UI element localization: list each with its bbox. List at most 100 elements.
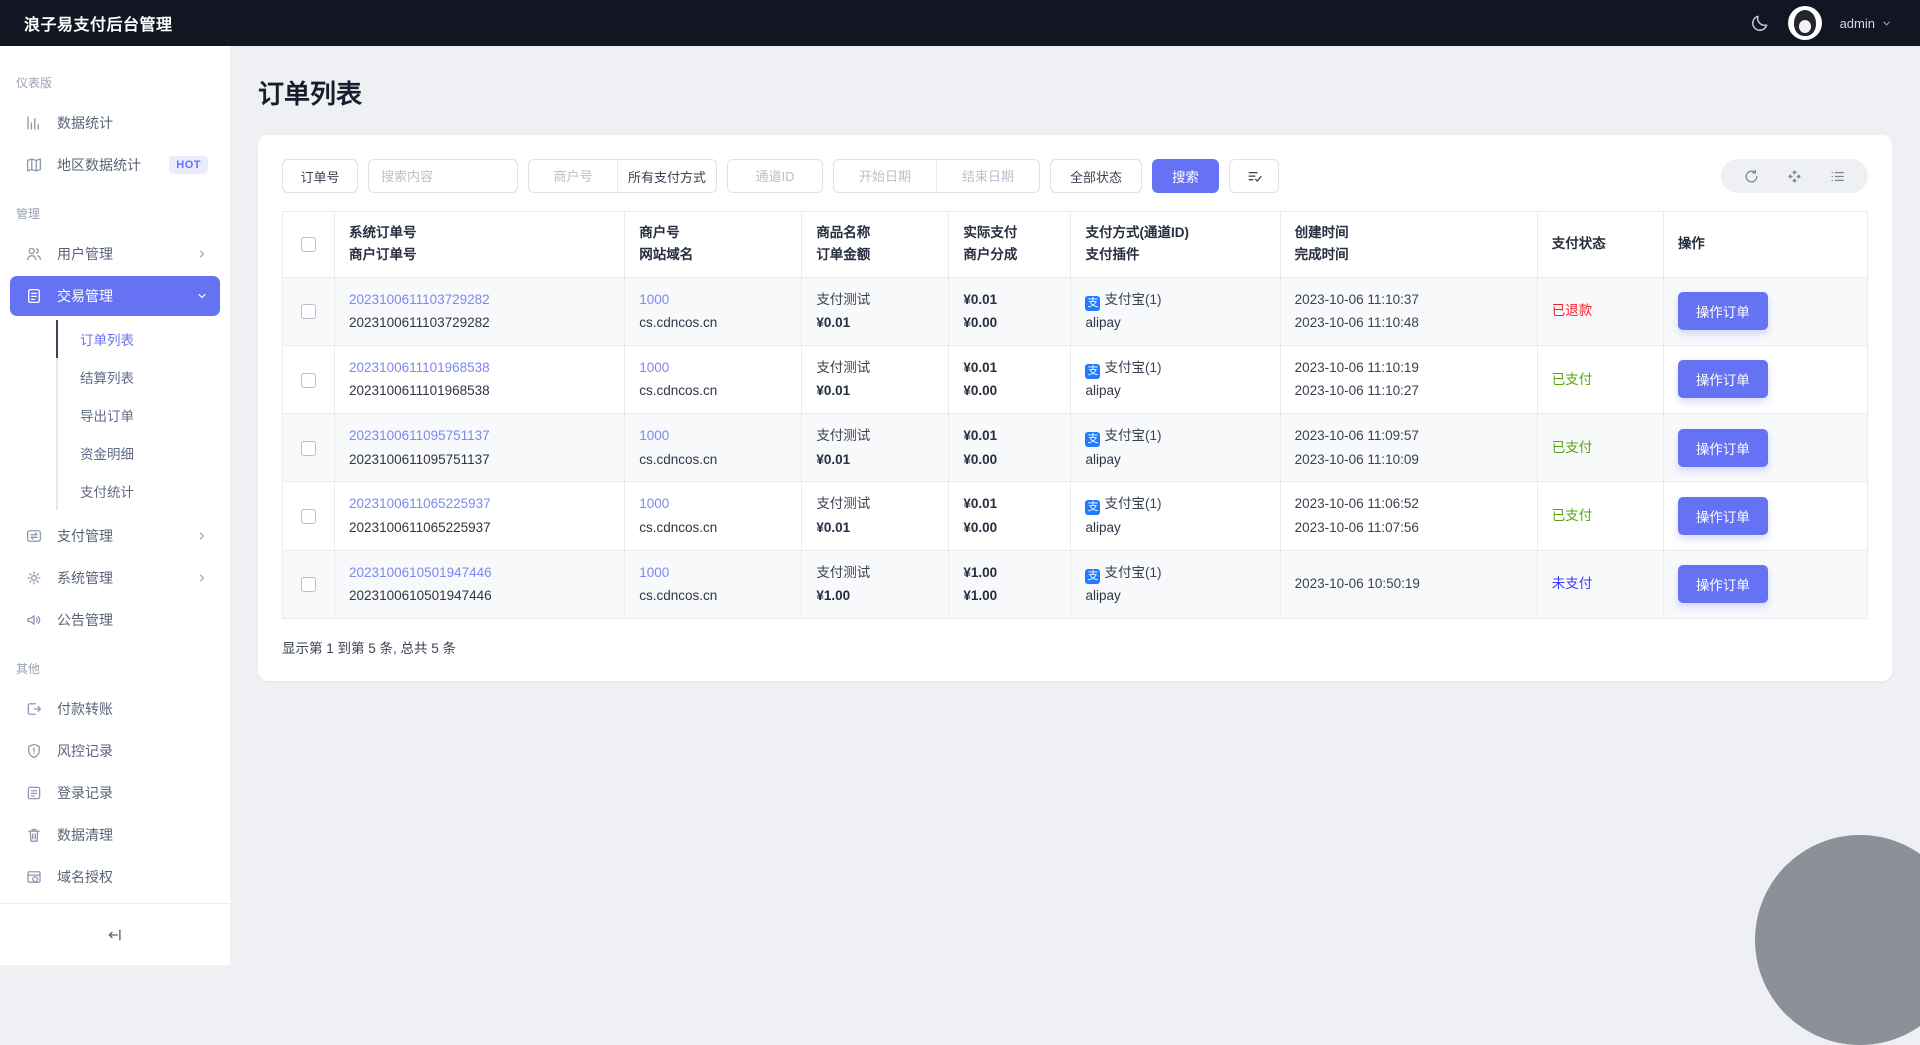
transfer-arrows-icon: [24, 527, 43, 546]
search-input[interactable]: [368, 159, 518, 193]
page-title: 订单列表: [230, 46, 1920, 135]
submenu-item-pay-stats[interactable]: 支付统计: [56, 472, 230, 510]
submenu-item-export-orders[interactable]: 导出订单: [56, 396, 230, 434]
sys-order-link[interactable]: 2023100610501947446: [349, 561, 610, 585]
dark-mode-moon-icon[interactable]: [1750, 13, 1770, 33]
status-badge: 已退款: [1552, 303, 1593, 318]
operate-order-button[interactable]: 操作订单: [1678, 565, 1768, 603]
merchant-order-no: 2023100611065225937: [349, 516, 610, 540]
sidebar-item-transfer[interactable]: 付款转账: [10, 689, 220, 729]
sidebar-item-notice-mgmt[interactable]: 公告管理: [10, 600, 220, 640]
fullscreen-icon[interactable]: [1786, 168, 1803, 185]
sys-order-link[interactable]: 2023100611065225937: [349, 492, 610, 516]
row-checkbox[interactable]: [301, 441, 316, 456]
sidebar-item-trade-mgmt[interactable]: 交易管理: [10, 276, 220, 316]
merchant-id-input[interactable]: [529, 169, 617, 184]
channel-id-input[interactable]: [727, 159, 823, 193]
site-domain: cs.cdncos.cn: [639, 379, 787, 403]
merchant-method-group: 所有支付方式: [528, 159, 717, 193]
order-amount: ¥0.01: [816, 311, 934, 335]
pagination-summary: 显示第 1 到第 5 条, 总共 5 条: [282, 637, 1868, 657]
share-amount: ¥1.00: [963, 584, 1056, 608]
sidebar-item-label: 交易管理: [57, 286, 113, 306]
merchant-order-no: 2023100610501947446: [349, 584, 610, 608]
sidebar-item-label: 付款转账: [57, 699, 113, 719]
sidebar-item-user-mgmt[interactable]: 用户管理: [10, 234, 220, 274]
status-badge: 已支付: [1552, 372, 1593, 387]
sidebar-item-label: 登录记录: [57, 783, 113, 803]
site-domain: cs.cdncos.cn: [639, 516, 787, 540]
col-status: 支付状态: [1537, 212, 1663, 278]
status-badge: 已支付: [1552, 440, 1593, 455]
sys-order-link[interactable]: 2023100611101968538: [349, 356, 610, 380]
merchant-id-link[interactable]: 1000: [639, 492, 787, 516]
sys-order-link[interactable]: 2023100611103729282: [349, 288, 610, 312]
transfer-out-icon: [24, 700, 43, 719]
search-button[interactable]: 搜索: [1152, 159, 1219, 193]
sidebar-item-risk-log[interactable]: 风控记录: [10, 731, 220, 771]
sidebar-item-data-clean[interactable]: 数据清理: [10, 815, 220, 855]
table-row: 20231006111019685382023100611101968538 1…: [283, 345, 1868, 413]
merchant-id-link[interactable]: 1000: [639, 561, 787, 585]
col-amount: 订单金额: [816, 244, 934, 266]
sys-order-link[interactable]: 2023100611095751137: [349, 424, 610, 448]
completed-time: 2023-10-06 11:10:27: [1295, 379, 1523, 403]
select-all-checkbox[interactable]: [301, 237, 316, 252]
sidebar-item-sys-mgmt[interactable]: 系统管理: [10, 558, 220, 598]
row-checkbox[interactable]: [301, 373, 316, 388]
merchant-id-link[interactable]: 1000: [639, 424, 787, 448]
sidebar-item-pay-mgmt[interactable]: 支付管理: [10, 516, 220, 556]
user-menu[interactable]: admin: [1840, 16, 1892, 31]
table-row: 20231006110652259372023100611065225937 1…: [283, 482, 1868, 550]
filter-columns-button[interactable]: [1229, 159, 1279, 193]
row-checkbox[interactable]: [301, 509, 316, 524]
end-date-input[interactable]: [937, 169, 1039, 184]
operate-order-button[interactable]: 操作订单: [1678, 497, 1768, 535]
user-avatar[interactable]: [1788, 6, 1822, 40]
share-amount: ¥0.00: [963, 379, 1056, 403]
sidebar-item-region-stats[interactable]: 地区数据统计 HOT: [10, 145, 220, 185]
merchant-order-no: 2023100611103729282: [349, 311, 610, 335]
pay-method: 支付宝(1): [1104, 360, 1161, 375]
refresh-icon[interactable]: [1743, 168, 1760, 185]
status-select[interactable]: 全部状态: [1050, 159, 1142, 193]
submenu-item-fund-detail[interactable]: 资金明细: [56, 434, 230, 472]
submenu-item-order-list[interactable]: 订单列表: [56, 320, 230, 358]
sidebar-item-data-stats[interactable]: 数据统计: [10, 103, 220, 143]
row-checkbox[interactable]: [301, 577, 316, 592]
operate-order-button[interactable]: 操作订单: [1678, 360, 1768, 398]
col-paid: 实际支付: [963, 222, 1056, 244]
pay-method: 支付宝(1): [1104, 496, 1161, 511]
status-badge: 已支付: [1552, 508, 1593, 523]
order-no-select[interactable]: 订单号: [282, 159, 358, 193]
sidebar-item-label: 支付管理: [57, 526, 113, 546]
list-view-icon[interactable]: [1829, 168, 1846, 185]
collapse-sidebar-icon[interactable]: [106, 926, 124, 944]
pay-method-select[interactable]: 所有支付方式: [618, 160, 716, 192]
pay-plugin: alipay: [1085, 448, 1265, 472]
product-name: 支付测试: [816, 424, 934, 448]
sidebar-item-label: 地区数据统计: [57, 155, 141, 175]
col-completed: 完成时间: [1295, 244, 1523, 266]
start-date-input[interactable]: [834, 169, 936, 184]
order-amount: ¥1.00: [816, 584, 934, 608]
alipay-icon: 支: [1085, 569, 1100, 584]
pay-plugin: alipay: [1085, 379, 1265, 403]
col-product: 商品名称: [816, 222, 934, 244]
operate-order-button[interactable]: 操作订单: [1678, 429, 1768, 467]
order-amount: ¥0.01: [816, 448, 934, 472]
sidebar-item-login-log[interactable]: 登录记录: [10, 773, 220, 813]
pay-method: 支付宝(1): [1104, 292, 1161, 307]
operate-order-button[interactable]: 操作订单: [1678, 292, 1768, 330]
site-domain: cs.cdncos.cn: [639, 311, 787, 335]
merchant-id-link[interactable]: 1000: [639, 356, 787, 380]
row-checkbox[interactable]: [301, 304, 316, 319]
completed-time: 2023-10-06 11:10:48: [1295, 311, 1523, 335]
sidebar-item-domain-auth[interactable]: 域名授权: [10, 857, 220, 897]
created-time: 2023-10-06 11:09:57: [1295, 424, 1523, 448]
submenu-item-settle-list[interactable]: 结算列表: [56, 358, 230, 396]
site-domain: cs.cdncos.cn: [639, 584, 787, 608]
sidebar-item-label: 域名授权: [57, 867, 113, 887]
sidebar-section-dashboard: 仪表版: [0, 56, 230, 101]
merchant-id-link[interactable]: 1000: [639, 288, 787, 312]
